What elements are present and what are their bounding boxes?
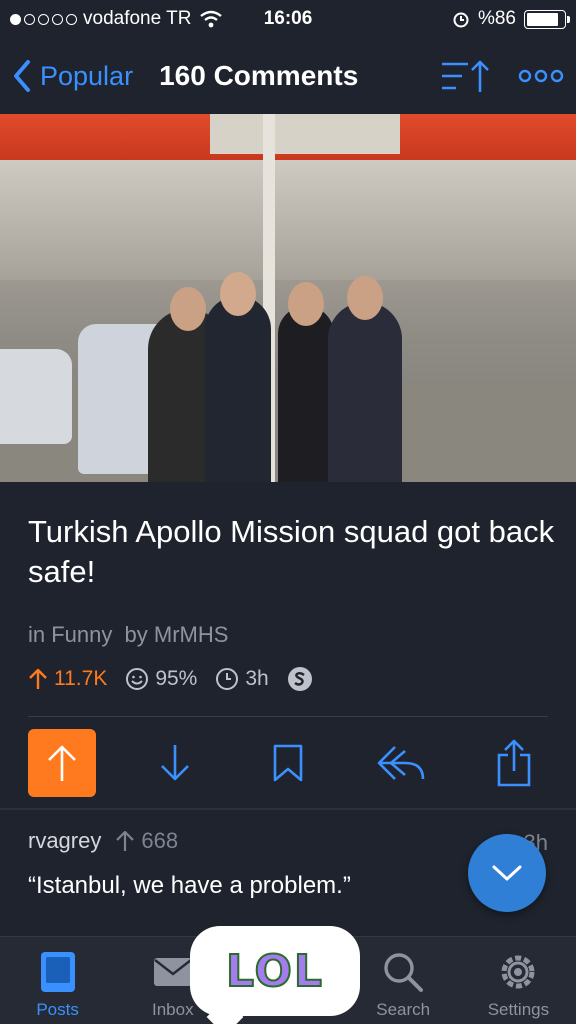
- tab-search[interactable]: Search: [346, 937, 461, 1024]
- smiley-icon: [126, 668, 149, 690]
- subreddit-link[interactable]: in Funny: [28, 622, 112, 647]
- upvote-button[interactable]: [28, 729, 96, 797]
- reply-icon: [377, 746, 425, 780]
- age-stat: 3h: [215, 667, 269, 691]
- comment-score: 668: [115, 828, 178, 854]
- sort-icon[interactable]: [440, 58, 492, 94]
- chevron-left-icon: [14, 60, 30, 92]
- clock-icon: [216, 668, 239, 690]
- author-link[interactable]: by MrMHS: [125, 622, 229, 647]
- tab-label: Settings: [487, 1000, 550, 1019]
- navigation-bar: Popular 160 Comments: [0, 38, 576, 114]
- wifi-icon: [200, 10, 223, 28]
- battery-icon: [524, 9, 570, 29]
- next-comment-button[interactable]: [468, 834, 546, 912]
- ratio-stat: 95%: [125, 667, 197, 691]
- back-button[interactable]: Popular: [12, 60, 133, 92]
- arrow-up-icon: [48, 745, 76, 781]
- score-stat: 11.7K: [28, 667, 107, 691]
- chevron-down-icon: [492, 865, 522, 881]
- gear-icon: [501, 955, 535, 989]
- back-label: Popular: [40, 60, 134, 91]
- save-button[interactable]: [254, 729, 322, 797]
- comment-body[interactable]: “Istanbul, we have a problem.”: [28, 872, 351, 900]
- comment-header: rvagrey 668: [28, 828, 178, 854]
- post-actions: [28, 728, 548, 798]
- comment-author[interactable]: rvagrey: [28, 828, 101, 854]
- arrow-up-icon: [116, 830, 135, 851]
- bookmark-icon: [273, 744, 303, 782]
- carrier-name: vodafone TR: [83, 8, 192, 29]
- reply-button[interactable]: [367, 729, 435, 797]
- status-bar: vodafone TR 16:06 %86: [0, 0, 576, 38]
- ratio-value: 95%: [155, 667, 198, 690]
- lol-sticker: LOL: [190, 926, 360, 1016]
- share-button[interactable]: [480, 729, 548, 797]
- tab-posts[interactable]: Posts: [0, 937, 115, 1024]
- score-value: 11.7K: [54, 667, 108, 690]
- divider: [0, 808, 576, 810]
- alarm-icon: [453, 12, 469, 28]
- signal-strength-icon: [10, 13, 77, 25]
- arrow-down-icon: [161, 745, 189, 781]
- posts-icon: [40, 952, 75, 992]
- more-icon[interactable]: [518, 69, 564, 83]
- post-title[interactable]: Turkish Apollo Mission squad got back sa…: [28, 512, 558, 592]
- tab-label: Inbox: [152, 1000, 194, 1019]
- page-title: 160 Comments: [159, 60, 359, 91]
- search-icon: [384, 953, 424, 992]
- tab-label: Search: [376, 1000, 431, 1019]
- post-image[interactable]: betnano: [0, 114, 576, 482]
- age-value: 3h: [245, 667, 269, 690]
- self-post-icon: [287, 667, 312, 691]
- downvote-button[interactable]: [141, 729, 209, 797]
- divider: [28, 716, 548, 717]
- comment-score-value: 668: [141, 828, 179, 853]
- tab-label: Posts: [36, 1000, 79, 1019]
- share-icon: [497, 739, 531, 787]
- post-meta: in Funny by MrMHS: [28, 622, 234, 648]
- arrow-up-icon: [29, 668, 47, 689]
- post-stats: 11.7K 95% 3h: [28, 666, 313, 692]
- tab-settings[interactable]: Settings: [461, 937, 576, 1024]
- battery-percent: %86: [477, 8, 516, 29]
- envelope-icon: [153, 958, 192, 986]
